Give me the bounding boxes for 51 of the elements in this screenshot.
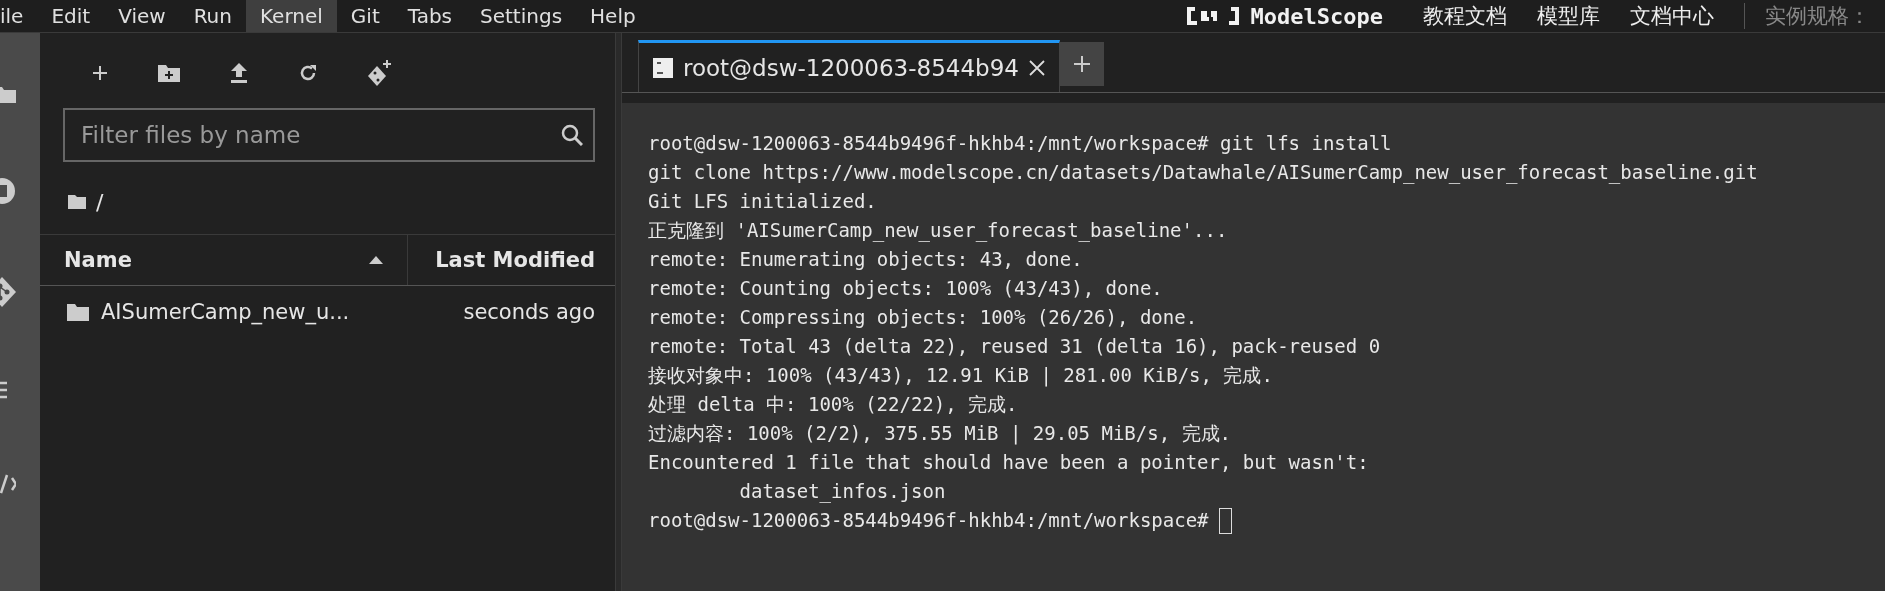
terminal-line: git clone https://www.modelscope.cn/datasets/Datawhale/AISumerCamp_new_user_forecast_baseline.git — [648, 160, 1759, 186]
terminal-line: Git LFS initialized. — [648, 189, 878, 214]
plus-icon — [1072, 55, 1091, 73]
breadcrumb[interactable]: / — [96, 189, 104, 215]
menu-item[interactable]: Settings — [466, 0, 577, 32]
column-header[interactable]: Name — [40, 235, 408, 285]
terminal-prompt: root@dsw-1200063-8544b9496f-hkhb4:/mnt/workspace# — [648, 508, 1209, 533]
header-link[interactable]: 文档中心 — [1630, 2, 1714, 30]
logo-text[interactable]: ModelScope — [1250, 3, 1383, 29]
terminal-line: Encountered 1 file that should have been a pointer, but wasn't: — [648, 450, 1370, 475]
refresh-icon[interactable] — [298, 62, 318, 83]
stop-icon[interactable] — [0, 177, 16, 205]
column-header[interactable]: Last Modified — [408, 235, 615, 285]
header-link[interactable]: 教程文档 — [1423, 2, 1507, 30]
terminal-line: root@dsw-1200063-8544b9496f-hkhb4:/mnt/workspace# git lfs install — [648, 131, 1393, 156]
terminal-line: remote: Enumerating objects: 43, done. — [648, 247, 1084, 272]
upload-icon[interactable] — [230, 62, 248, 83]
terminal-line: 处理 delta 中: 100% (22/22), 完成. — [648, 392, 1019, 417]
terminal-line: 过滤内容: 100% (2/2), 375.55 MiB | 29.05 MiB/s, 完成. — [648, 421, 1232, 447]
terminal-line: remote: Total 43 (delta 22), reused 31 (delta 16), pack-reused 0 — [648, 334, 1382, 359]
close-icon[interactable] — [1028, 59, 1045, 76]
header-link[interactable]: 模型库 — [1537, 2, 1600, 30]
menu-item[interactable]: Edit — [37, 0, 105, 32]
terminal-tab[interactable]: root@dsw-1200063-8544b94 — [638, 40, 1060, 92]
terminal-line: dataset_infos.json — [738, 479, 947, 505]
file-row[interactable]: AISumerCamp_new_u... seconds ago — [40, 286, 615, 338]
menu-item[interactable]: Git — [336, 0, 394, 32]
git-clone-icon[interactable] — [368, 59, 392, 86]
terminal-line: 接收对象中: 100% (43/43), 12.91 KiB | 281.00 KiB/s, 完成. — [648, 363, 1274, 389]
instance-label: 实例规格： — [1765, 3, 1871, 30]
logo-icon — [1184, 5, 1241, 27]
terminal-icon — [653, 57, 673, 78]
folder-icon — [68, 195, 86, 209]
search-field[interactable]: Filter files by name — [63, 108, 595, 162]
terminal-line: 正克隆到 'AISumerCamp_new_user_forecast_baseline'... — [648, 218, 1229, 244]
menu-item[interactable]: View — [104, 0, 180, 32]
search-icon — [561, 124, 583, 146]
plus-icon[interactable] — [92, 64, 108, 81]
git-icon[interactable] — [0, 277, 16, 307]
new-tab-button[interactable] — [1059, 42, 1104, 86]
menu-item[interactable]: Run — [179, 0, 246, 32]
cursor — [1218, 507, 1232, 534]
menu-item[interactable]: ile — [0, 0, 38, 32]
folder-icon — [67, 303, 89, 321]
new-folder-icon[interactable] — [158, 63, 180, 82]
menu-item[interactable]: Tabs — [393, 0, 466, 32]
code-icon[interactable] — [0, 473, 16, 495]
menu-item[interactable]: Kernel — [246, 0, 337, 32]
terminal-line: remote: Counting objects: 100% (43/43), done. — [648, 276, 1164, 301]
menu-item[interactable]: Help — [576, 0, 650, 32]
terminal-line: remote: Compressing objects: 100% (26/26), done. — [648, 305, 1199, 330]
